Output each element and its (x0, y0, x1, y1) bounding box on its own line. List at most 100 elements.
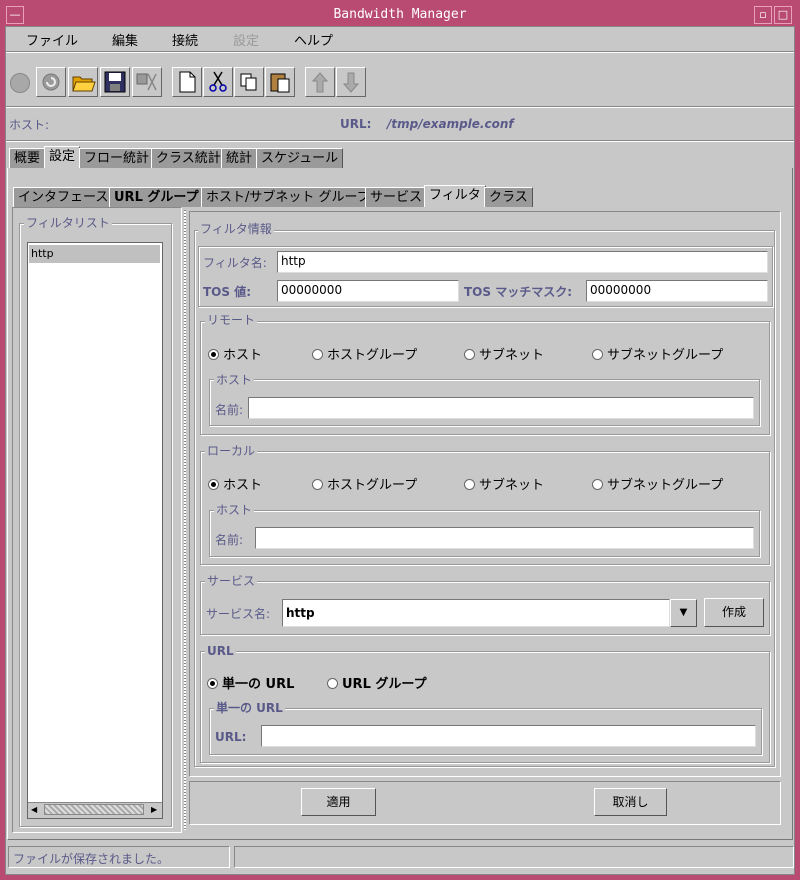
folder-open-icon (72, 76, 96, 92)
new-button[interactable] (172, 67, 202, 97)
radio-icon (464, 479, 475, 490)
subtab-interface[interactable]: インタフェース (13, 187, 114, 207)
split-divider[interactable] (184, 210, 186, 830)
scrollbar-thumb[interactable] (44, 804, 144, 815)
tos-value-label: TOS 値: (203, 285, 252, 299)
filter-list-title: フィルタリスト (24, 216, 112, 230)
local-radio-subnet-group[interactable]: サブネットグループ (592, 474, 723, 493)
subtab-filter[interactable]: フィルタ (424, 185, 486, 207)
filter-name-label: フィルタ名: (203, 256, 267, 270)
cancel-button[interactable]: 取消し (594, 788, 667, 816)
tab-separator (6, 140, 794, 142)
filter-name-field[interactable]: http (277, 251, 768, 273)
window-menu-button[interactable]: — (6, 6, 24, 24)
tos-mask-label: TOS マッチマスク: (464, 285, 573, 299)
local-name-field[interactable] (255, 527, 754, 549)
local-radio-host[interactable]: ホスト (208, 474, 262, 493)
radio-icon (464, 349, 475, 360)
host-label: ホスト: (9, 118, 50, 132)
tab-settings[interactable]: 設定 (44, 146, 81, 168)
apply-button[interactable]: 適用 (301, 788, 376, 816)
copy-icon (240, 73, 257, 91)
local-host-title: ホスト (214, 503, 255, 517)
list-item[interactable]: http (29, 245, 160, 263)
remote-name-field[interactable] (248, 397, 754, 419)
arrow-up-icon (311, 72, 329, 93)
url-value: /tmp/example.conf (387, 117, 514, 131)
tab-overview[interactable]: 概要 (9, 148, 46, 168)
tab-class-stats[interactable]: クラス統計 (151, 148, 226, 168)
service-title: サービス (205, 574, 258, 588)
filter-list[interactable] (27, 242, 163, 819)
url-label: URL: (340, 117, 372, 131)
local-radio-subnet[interactable]: サブネット (464, 474, 544, 493)
filter-info-title: フィルタ情報 (198, 222, 274, 236)
subtab-class[interactable]: クラス (484, 187, 533, 207)
url-group-title: URL (205, 644, 236, 658)
save-icon (104, 71, 126, 93)
paste-icon (270, 73, 290, 93)
radio-icon (312, 479, 323, 490)
chevron-down-icon[interactable]: ▼ (670, 599, 697, 627)
local-radio-host-group[interactable]: ホストグループ (312, 474, 417, 493)
move-down-button[interactable] (336, 67, 366, 97)
radio-icon (592, 479, 603, 490)
paste-button[interactable] (265, 67, 295, 97)
maximize-button[interactable]: □ (774, 6, 792, 24)
remote-radio-host-group[interactable]: ホストグループ (312, 344, 417, 363)
scroll-left-icon[interactable]: ◀ (31, 805, 37, 814)
open-button[interactable] (68, 67, 98, 97)
service-select[interactable]: http (282, 599, 670, 627)
radio-icon (327, 678, 338, 689)
subtab-url-group[interactable]: URL グループ (109, 187, 204, 207)
remote-radio-host[interactable]: ホスト (208, 344, 262, 363)
url-radio-single[interactable]: 単一の URL (207, 673, 294, 692)
menu-help[interactable]: ヘルプ (294, 30, 333, 49)
remote-radio-subnet-group[interactable]: サブネットグループ (592, 344, 723, 363)
arrow-down-icon (342, 72, 360, 93)
action-bar (189, 781, 781, 825)
radio-icon (207, 678, 218, 689)
url-field[interactable] (261, 725, 756, 747)
tos-mask-field[interactable]: 00000000 (586, 280, 768, 302)
local-title: ローカル (205, 444, 258, 458)
stop-icon[interactable] (10, 73, 30, 93)
save-button[interactable] (100, 67, 130, 97)
menu-connect[interactable]: 接続 (172, 30, 198, 49)
tab-stats[interactable]: 統計 (221, 148, 258, 168)
tab-schedule[interactable]: スケジュール (256, 148, 344, 168)
local-name-label: 名前: (215, 533, 244, 547)
radio-icon (208, 479, 219, 490)
url-field-label: URL: (215, 730, 247, 744)
menu-edit[interactable]: 編集 (112, 30, 138, 49)
menu-separator (6, 51, 794, 53)
tos-value-field[interactable]: 00000000 (277, 280, 459, 302)
remote-host-title: ホスト (214, 373, 255, 387)
create-service-button[interactable]: 作成 (704, 598, 764, 627)
radio-icon (592, 349, 603, 360)
scissors-icon (209, 71, 227, 92)
move-up-button[interactable] (305, 67, 335, 97)
deploy-icon (136, 73, 157, 91)
status-secondary (234, 846, 794, 868)
tab-flow-stats[interactable]: フロー統計 (79, 148, 155, 168)
deploy-button[interactable] (132, 67, 162, 97)
minimize-button[interactable]: ▫ (754, 6, 772, 24)
scroll-right-icon[interactable]: ▶ (151, 805, 157, 814)
cut-button[interactable] (203, 67, 233, 97)
subtab-service[interactable]: サービス (365, 187, 428, 207)
url-radio-group[interactable]: URL グループ (327, 673, 427, 692)
remote-radio-subnet[interactable]: サブネット (464, 344, 544, 363)
subtab-host-subnet-group[interactable]: ホスト/サブネット グループ (201, 187, 375, 207)
radio-icon (208, 349, 219, 360)
new-file-icon (179, 71, 196, 93)
copy-button[interactable] (234, 67, 264, 97)
service-name-label: サービス名: (206, 607, 271, 621)
refresh-button[interactable] (36, 67, 66, 97)
refresh-icon (42, 73, 60, 91)
remote-title: リモート (205, 313, 258, 327)
radio-icon (312, 349, 323, 360)
menu-settings[interactable]: 設定 (233, 30, 259, 49)
toolbar-separator (6, 106, 794, 108)
menu-file[interactable]: ファイル (26, 30, 78, 49)
